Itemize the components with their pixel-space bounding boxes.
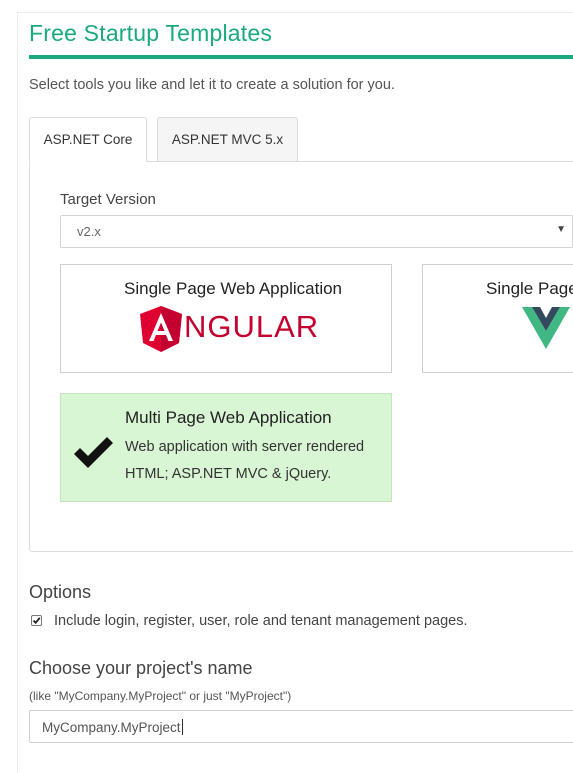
options-heading: Options bbox=[29, 582, 92, 602]
title-underline bbox=[29, 55, 573, 59]
template-card-multi-page[interactable]: Multi Page Web Application Web applicati… bbox=[60, 393, 392, 502]
checkmark-icon bbox=[74, 437, 113, 468]
project-name-hint: (like "MyCompany.MyProject" or just "MyP… bbox=[29, 689, 292, 703]
project-name-value: MyCompany.MyProject bbox=[42, 719, 183, 735]
tab-label: ASP.NET MVC 5.x bbox=[171, 132, 284, 147]
template-card-vue[interactable]: Single Page bbox=[422, 264, 573, 373]
project-name-input[interactable]: MyCompany.MyProject bbox=[29, 710, 573, 743]
include-pages-checkbox[interactable] bbox=[31, 615, 42, 626]
card-description-line: Web application with server rendered bbox=[125, 439, 365, 455]
page-title: Free Startup Templates bbox=[29, 20, 273, 46]
template-card-angular[interactable]: Single Page Web Application NGULAR bbox=[60, 264, 392, 373]
checkbox-check-icon bbox=[32, 617, 41, 625]
tab-aspnet-core[interactable]: ASP.NET Core bbox=[29, 117, 147, 162]
tab-label: ASP.NET Core bbox=[43, 132, 133, 147]
text-cursor bbox=[181, 719, 183, 735]
vue-logo-icon bbox=[522, 307, 570, 349]
card-description: Web application with server rendered HTM… bbox=[125, 434, 390, 488]
include-pages-label: Include login, register, user, role and … bbox=[54, 613, 468, 629]
card-title: Multi Page Web Application bbox=[125, 408, 332, 427]
project-name-heading: Choose your project's name bbox=[29, 658, 253, 678]
page-subtitle: Select tools you like and let it to crea… bbox=[29, 77, 395, 93]
card-description-line: HTML; ASP.NET MVC & jQuery. bbox=[125, 466, 332, 482]
card-title: Single Page Web Application bbox=[124, 279, 343, 298]
tab-aspnet-mvc[interactable]: ASP.NET MVC 5.x bbox=[157, 117, 298, 162]
angular-logo-text: NGULAR bbox=[184, 309, 320, 344]
card-title: Single Page bbox=[486, 279, 573, 298]
angular-logo-icon: NGULAR bbox=[138, 305, 318, 353]
